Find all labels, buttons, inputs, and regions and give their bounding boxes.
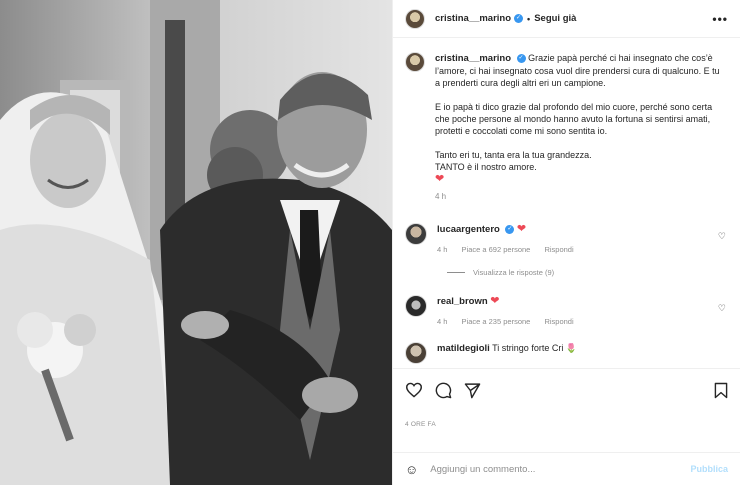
emoji-icon[interactable]: ☺ xyxy=(405,462,418,477)
comment-meta: 4 h Piace a 692 persone Rispondi xyxy=(437,244,717,256)
publish-button[interactable]: Pubblica xyxy=(690,464,728,474)
caption-paragraph-3b: TANTO è il nostro amore. xyxy=(435,162,537,172)
comment-item: real_brown ❤ 4 h Piace a 235 persone Ris… xyxy=(405,295,728,328)
header-username[interactable]: cristina__marino xyxy=(435,13,511,24)
verified-icon: ✓ xyxy=(505,225,515,235)
comment-like-icon[interactable]: ♡ xyxy=(718,231,726,242)
comment-body: matildegioli Ti stringo forte Cri 🌷 xyxy=(437,342,717,355)
instagram-post: cristina__marino ✓ • Segui già ••• crist… xyxy=(0,0,740,485)
more-options-icon[interactable]: ••• xyxy=(712,12,728,26)
comment-like-icon[interactable]: ♡ xyxy=(718,303,726,314)
like-icon[interactable] xyxy=(405,382,423,398)
avatar[interactable] xyxy=(405,295,427,317)
caption-body: cristina__marino ✓ Grazie papà perché ci… xyxy=(435,52,725,203)
comment-username[interactable]: lucaargentero xyxy=(437,224,500,235)
comment-body: lucaargentero ✓ ❤ 4 h Piace a 692 person… xyxy=(437,223,717,256)
post-panel: cristina__marino ✓ • Segui già ••• crist… xyxy=(392,0,740,485)
avatar[interactable] xyxy=(405,52,425,72)
follow-button[interactable]: Segui già xyxy=(534,13,576,24)
comment-icon[interactable] xyxy=(435,382,452,399)
comment-input[interactable]: Aggiungi un commento... xyxy=(430,464,690,475)
heart-emoji: ❤ xyxy=(435,173,445,185)
reply-button[interactable]: Rispondi xyxy=(544,245,573,254)
view-replies-label: Visualizza le risposte (9) xyxy=(473,268,555,277)
post-caption: cristina__marino ✓ Grazie papà perché ci… xyxy=(405,52,728,203)
verified-icon: ✓ xyxy=(516,54,526,64)
caption-username[interactable]: cristina__marino xyxy=(435,53,511,64)
post-time-ago: 4 ORE FA xyxy=(405,421,436,428)
view-replies-button[interactable]: Visualizza le risposte (9) xyxy=(447,268,728,277)
comment-username[interactable]: real_brown xyxy=(437,296,488,307)
comment-time: 4 h xyxy=(437,245,448,254)
comment-time: 4 h xyxy=(437,317,448,326)
caption-paragraph-3a: Tanto eri tu, tanta era la tua grandezza… xyxy=(435,150,592,160)
save-icon[interactable] xyxy=(714,382,728,399)
reply-button[interactable]: Rispondi xyxy=(544,317,573,326)
replies-divider xyxy=(447,272,465,273)
comment-text: Ti stringo forte Cri 🌷 xyxy=(492,343,578,353)
caption-paragraph-2: E io papà ti dico grazie dal profondo de… xyxy=(435,102,713,136)
share-icon[interactable] xyxy=(464,382,481,399)
add-comment-bar: ☺ Aggiungi un commento... Pubblica xyxy=(393,452,740,485)
post-actions: 4 ORE FA xyxy=(393,368,740,450)
wedding-photo xyxy=(0,0,392,485)
comments-list[interactable]: cristina__marino ✓ Grazie papà perché ci… xyxy=(393,38,740,368)
comment-meta: 4 h Piace a 235 persone Rispondi xyxy=(437,316,717,328)
caption-time: 4 h xyxy=(435,192,447,201)
comment-item: matildegioli Ti stringo forte Cri 🌷 xyxy=(405,342,728,364)
avatar[interactable] xyxy=(405,223,427,245)
post-header: cristina__marino ✓ • Segui già ••• xyxy=(393,0,740,38)
comment-text: ❤ xyxy=(516,223,527,235)
comment-username[interactable]: matildegioli xyxy=(437,343,490,354)
comment-likes[interactable]: Piace a 235 persone xyxy=(462,317,531,326)
separator-dot: • xyxy=(527,13,531,24)
avatar[interactable] xyxy=(405,8,425,29)
post-photo[interactable] xyxy=(0,0,392,485)
verified-icon: ✓ xyxy=(514,14,524,23)
comment-likes[interactable]: Piace a 692 persone xyxy=(462,245,531,254)
comment-text: ❤ xyxy=(490,295,500,307)
avatar[interactable] xyxy=(405,342,427,364)
comment-body: real_brown ❤ 4 h Piace a 235 persone Ris… xyxy=(437,295,717,328)
comment-item: lucaargentero ✓ ❤ 4 h Piace a 692 person… xyxy=(405,223,728,256)
action-icons xyxy=(405,379,728,401)
